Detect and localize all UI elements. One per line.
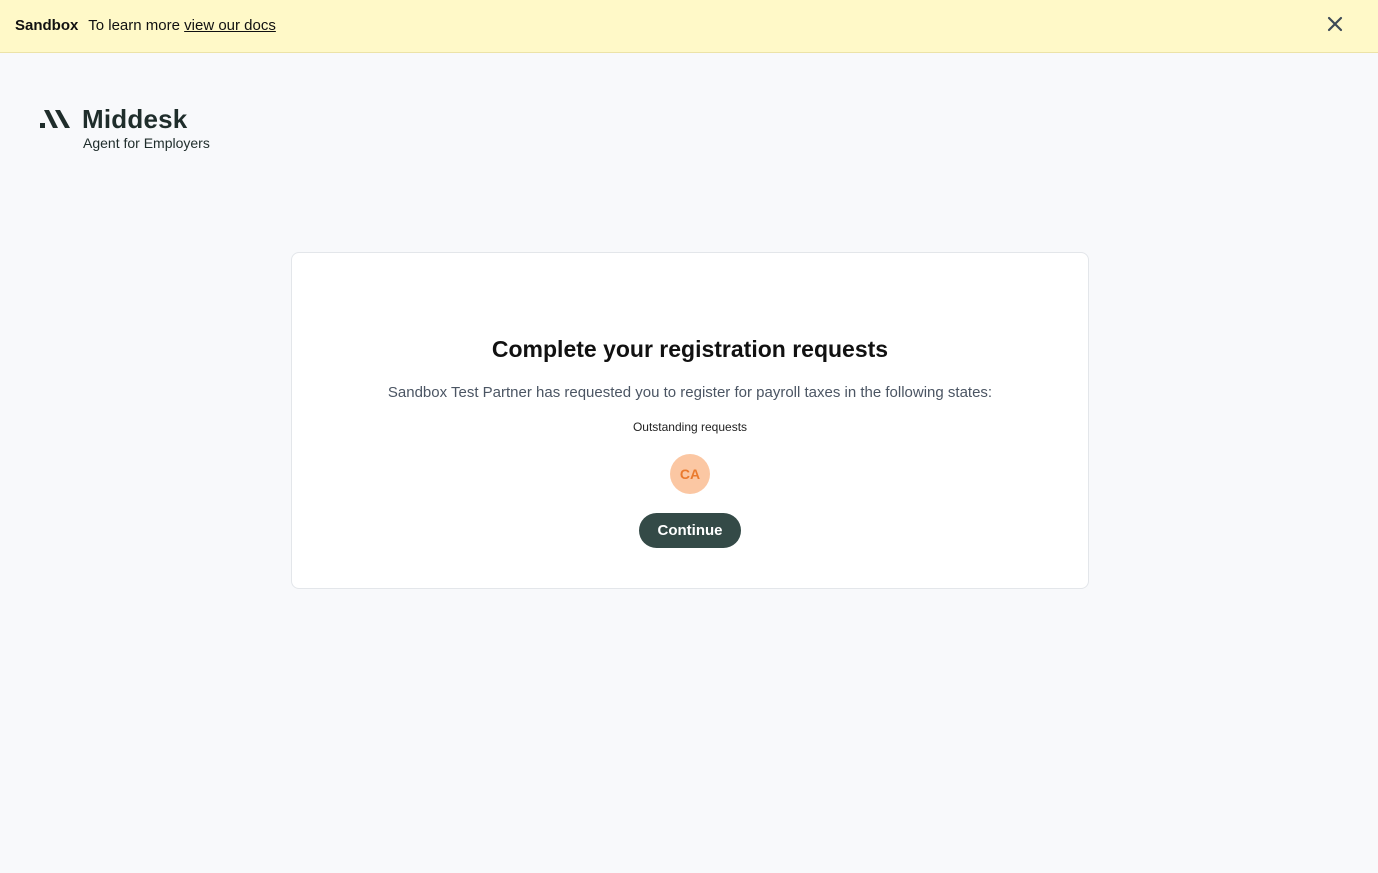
brand-tagline: Agent for Employers <box>83 135 210 151</box>
close-icon[interactable] <box>1324 13 1346 35</box>
banner-text: To learn more <box>88 17 180 34</box>
banner-label: Sandbox <box>15 17 79 34</box>
sandbox-banner: Sandbox To learn more view our docs <box>0 0 1378 53</box>
state-badge-ca: CA <box>670 454 710 494</box>
banner-message: Sandbox To learn more view our docs <box>15 17 276 35</box>
middesk-logo-icon <box>40 110 70 128</box>
registration-card: Complete your registration requests Sand… <box>291 252 1089 589</box>
outstanding-requests-label: Outstanding requests <box>632 420 748 434</box>
continue-button[interactable]: Continue <box>639 513 741 548</box>
brand-logo: Middesk Agent for Employers <box>40 104 240 154</box>
brand-name: Middesk <box>82 104 188 134</box>
view-docs-link[interactable]: view our docs <box>184 17 276 34</box>
page-title: Complete your registration requests <box>491 336 889 362</box>
request-description: Sandbox Test Partner has requested you t… <box>387 384 993 401</box>
